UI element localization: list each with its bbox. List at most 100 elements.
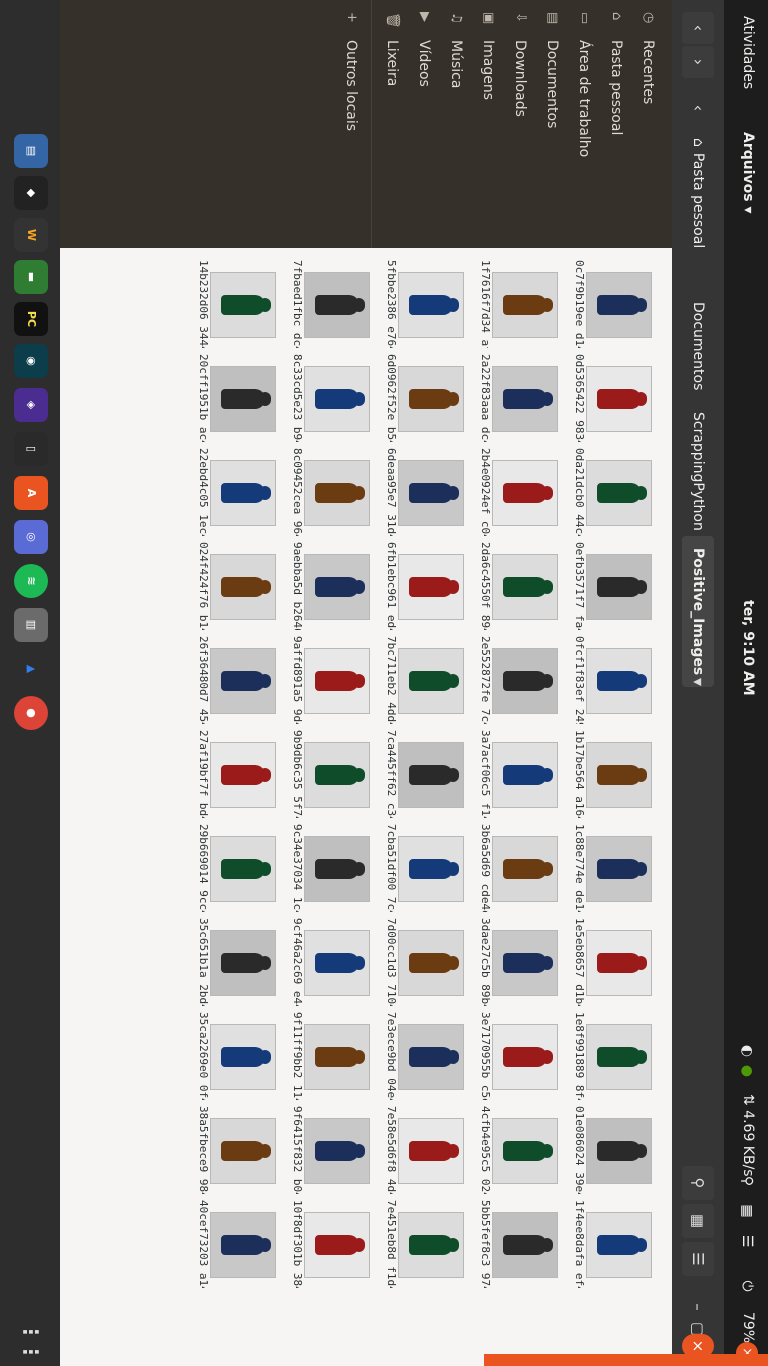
file-item[interactable]: 20cff1951b ac4f64837f 07a779e7…	[188, 354, 280, 442]
update-icon[interactable]: ●	[736, 1060, 758, 1082]
file-item[interactable]: 6deaa95e7 31d4a7ab1 c7363e4…	[376, 448, 468, 536]
sidebar-item-area-de-trabalho[interactable]: ▭ Área de trabalho	[568, 0, 600, 248]
window-icon[interactable]: ▦	[736, 1200, 758, 1222]
activities-button[interactable]: Atividades	[740, 16, 756, 89]
file-item[interactable]: 10f8df301b 384ced9aa 3e271c55…	[282, 1200, 374, 1288]
forward-button[interactable]: ›	[682, 46, 714, 78]
file-item[interactable]: 2b4e0924ef c043c98a22 4a075424…	[470, 448, 562, 536]
dock-app-discord[interactable]: ◎	[14, 520, 48, 554]
file-item[interactable]: 29b669014 9cc4c25be1 e7c1b151…	[188, 824, 280, 912]
power-off-icon[interactable]: ⏻	[736, 1275, 758, 1297]
sidebar-item-musica[interactable]: ♫ Música	[440, 0, 472, 248]
dock-app-chrome[interactable]: ●	[14, 696, 48, 730]
file-item[interactable]: 3b6a5d69 cde4eef823 96fb5aed…	[470, 824, 562, 912]
sidebar-item-downloads[interactable]: ⇩ Downloads	[504, 0, 536, 248]
file-item[interactable]: 1f4ee8dafa ef4c2d929 713556f…	[564, 1200, 656, 1288]
file-item[interactable]: 7cba51df00 7c4c759db d4cad88…	[376, 824, 468, 912]
file-item[interactable]: 35ca2269e0 0f4354af71 ad4f160f…	[188, 1012, 280, 1100]
dock-app-android-studio[interactable]: ▲	[14, 652, 48, 686]
file-item[interactable]: 5bb5fef8c3 974bfbb38 75c8e311…	[470, 1200, 562, 1288]
file-item[interactable]: 7e451eb8d f1d4d969c3 7fa73021…	[376, 1200, 468, 1288]
clock[interactable]: ter, 9:10 AM	[740, 600, 756, 696]
file-item[interactable]: 38a5fbece9 98442a037 bce2735a…	[188, 1106, 280, 1194]
file-item[interactable]: 14b232d06 344404b8e 0885383c…	[188, 260, 280, 348]
sidebar-item-imagens[interactable]: ▣ Imagens	[472, 0, 504, 248]
file-item[interactable]: 8c33cd5e23 b94cb48c1 3c4dab0…	[282, 354, 374, 442]
file-item[interactable]: 7e3ece9bd 04e4ea48f4 e0a59ca…	[376, 1012, 468, 1100]
file-item[interactable]: 0c7f9b19ee d142aea7c 9ee215a…	[564, 260, 656, 348]
file-item[interactable]: 22ebd4c05 1ec4339aff 843ccf56…	[188, 448, 280, 536]
file-item[interactable]: 1e5eb8657 d1b448fb1 d55a1c06…	[564, 918, 656, 1006]
file-item[interactable]: 7ca445ff62 c347528010 77ce5f6b…	[376, 730, 468, 818]
file-item[interactable]: 1e8f991889 8f4b5294c6 b669ed4…	[564, 1012, 656, 1100]
dock-app-files[interactable]: ▥	[14, 608, 48, 642]
file-item[interactable]: 1b17be564 a164f06597 b6146bb…	[564, 730, 656, 818]
file-item[interactable]: 0fcf1f83ef 249eaa238 64eab94…	[564, 636, 656, 724]
battery-status[interactable]: 79%	[740, 1312, 756, 1343]
search-icon[interactable]: ⚲	[736, 1170, 758, 1192]
file-item[interactable]: 3a7acf06c5 f142d6adb 8a404cd4…	[470, 730, 562, 818]
file-item[interactable]: 2a22f83aaa dc447ca0b 0990a041…	[470, 354, 562, 442]
file-item[interactable]: 9f11ff9bb2 114e299c92 3abc3d7…	[282, 1012, 374, 1100]
file-item[interactable]: 9f6415f832 b04a5e912 4c1ed55…	[282, 1106, 374, 1194]
breadcrumb-positive-images[interactable]: Positive_Images	[682, 536, 714, 688]
dock-app-writer[interactable]: ▤	[14, 134, 48, 168]
file-item[interactable]: 7e58e5d6f8 4d49a380a 077bf848…	[376, 1106, 468, 1194]
file-item[interactable]: 9cf46a2c69 e443274a16 d965e7c7…	[282, 918, 374, 1006]
file-item[interactable]: 5fbbe2386 e7643ea9e eb0fe2a9…	[376, 260, 468, 348]
breadcrumb-scrappingpython[interactable]: ScrappingPython	[682, 400, 714, 543]
dock-app-software[interactable]: A	[14, 476, 48, 510]
file-item[interactable]: 7d00cc1d3 710408e96 9884f0ac…	[376, 918, 468, 1006]
breadcrumb-documents[interactable]: Documentos	[682, 290, 714, 402]
file-item[interactable]: 0efb3571f7 fa4038b636 989919e2…	[564, 542, 656, 630]
search-button[interactable]: ⚲	[682, 1166, 714, 1200]
dock-app-text-editor[interactable]: ▯	[14, 432, 48, 466]
dock-app-inkscape[interactable]: ◆	[14, 176, 48, 210]
tray-icon[interactable]: ☰	[736, 1230, 758, 1252]
file-item[interactable]: 40cef73203 a14053846d 3c206aec…	[188, 1200, 280, 1288]
file-item[interactable]: 9aebba5d b2646429d 88e18420…	[282, 542, 374, 630]
file-item[interactable]: 7fbaed1fbc dc4bbea13 f0ef87e2…	[282, 260, 374, 348]
file-item[interactable]: 1f7616f7d34 af4baa8b9 88aefcad…	[470, 260, 562, 348]
file-item[interactable]: 7bc711eb2 4dd460b91 a5c141fd…	[376, 636, 468, 724]
file-item[interactable]: 024f424f76 b1471ca2cf 9bdb4d3…	[188, 542, 280, 630]
file-item[interactable]: 9affd891a5 9d47028f22 71beeb3…	[282, 636, 374, 724]
dock-app-eclipse[interactable]: ◈	[14, 388, 48, 422]
file-item[interactable]: 0d5365422 98344e7a3 7b0c34af…	[564, 354, 656, 442]
breadcrumb-home[interactable]: ⌂ Pasta pessoal	[682, 126, 714, 260]
file-item[interactable]: 01e086024 39e488191 b329583…	[564, 1106, 656, 1194]
file-item[interactable]: 3dae27c5b 89b4a9b91 7be6ddc…	[470, 918, 562, 1006]
file-item[interactable]: 3e7170955b c5e4bc6bc9 beaee65…	[470, 1012, 562, 1100]
file-item[interactable]: 8c09452cea 96460aba1 b14d07c…	[282, 448, 374, 536]
back-button[interactable]: ‹	[682, 12, 714, 44]
dock-app-pycharm[interactable]: PC	[14, 302, 48, 336]
sidebar-item-videos[interactable]: ▶ Vídeos	[408, 0, 440, 248]
file-item[interactable]: 6fb1ebc961 ed45ffaea3 b25a89b…	[376, 542, 468, 630]
dock-app-gitkraken[interactable]: ◉	[14, 344, 48, 378]
notification-icon[interactable]: ◐	[736, 1040, 758, 1062]
file-item[interactable]: 26f36480d7 454682ac5e 0ae047ae…	[188, 636, 280, 724]
dock-app-terminal[interactable]: ▬	[14, 260, 48, 294]
file-item[interactable]: 27af19bf7f bd4f4b0c 34ef5b04…	[188, 730, 280, 818]
file-item[interactable]: 2da6c4550f 89473ab08 50d7e5d…	[470, 542, 562, 630]
breadcrumb-scroll-right[interactable]: ▾	[682, 666, 714, 698]
show-applications-button[interactable]: ⋮⋮	[14, 1322, 48, 1362]
file-item[interactable]: 4cfb4e95c5 024ad88a5 b596273…	[470, 1106, 562, 1194]
sidebar-item-recentes[interactable]: ◷ Recentes	[632, 0, 664, 248]
file-item[interactable]: 2e552872fe 7c44a2a001 bb305a1…	[470, 636, 562, 724]
dock-app-spotify[interactable]: ≋	[14, 564, 48, 598]
file-item[interactable]: 9b9db6c35 5f740a9b01 eb5197df…	[282, 730, 374, 818]
view-grid-button[interactable]: ▦	[682, 1204, 714, 1238]
file-item[interactable]: 35c651b1a 2bd415998 e8198c3b…	[188, 918, 280, 1006]
file-item[interactable]: 0da21dcb0 44c48bb98 897ef083…	[564, 448, 656, 536]
menu-button[interactable]: ☰	[682, 1242, 714, 1276]
sidebar-item-pasta-pessoal[interactable]: ⌂ Pasta pessoal	[600, 0, 632, 248]
network-speed[interactable]: ⇅ 4.69 KB/s	[740, 1094, 756, 1177]
sidebar-item-outros-locais[interactable]: + Outros locais	[335, 0, 367, 248]
file-item[interactable]: 9c34e37034 1c4b9794b 4025f44d…	[282, 824, 374, 912]
sidebar-item-documentos[interactable]: ▤ Documentos	[536, 0, 568, 248]
file-item[interactable]: 1c88e774e de14356b2 bfc16e5f…	[564, 824, 656, 912]
app-menu-files[interactable]: Arquivos ▾	[740, 132, 756, 214]
dock-app-sublime[interactable]: W	[14, 218, 48, 252]
breadcrumb-scroll-left[interactable]: ‹	[682, 92, 714, 124]
